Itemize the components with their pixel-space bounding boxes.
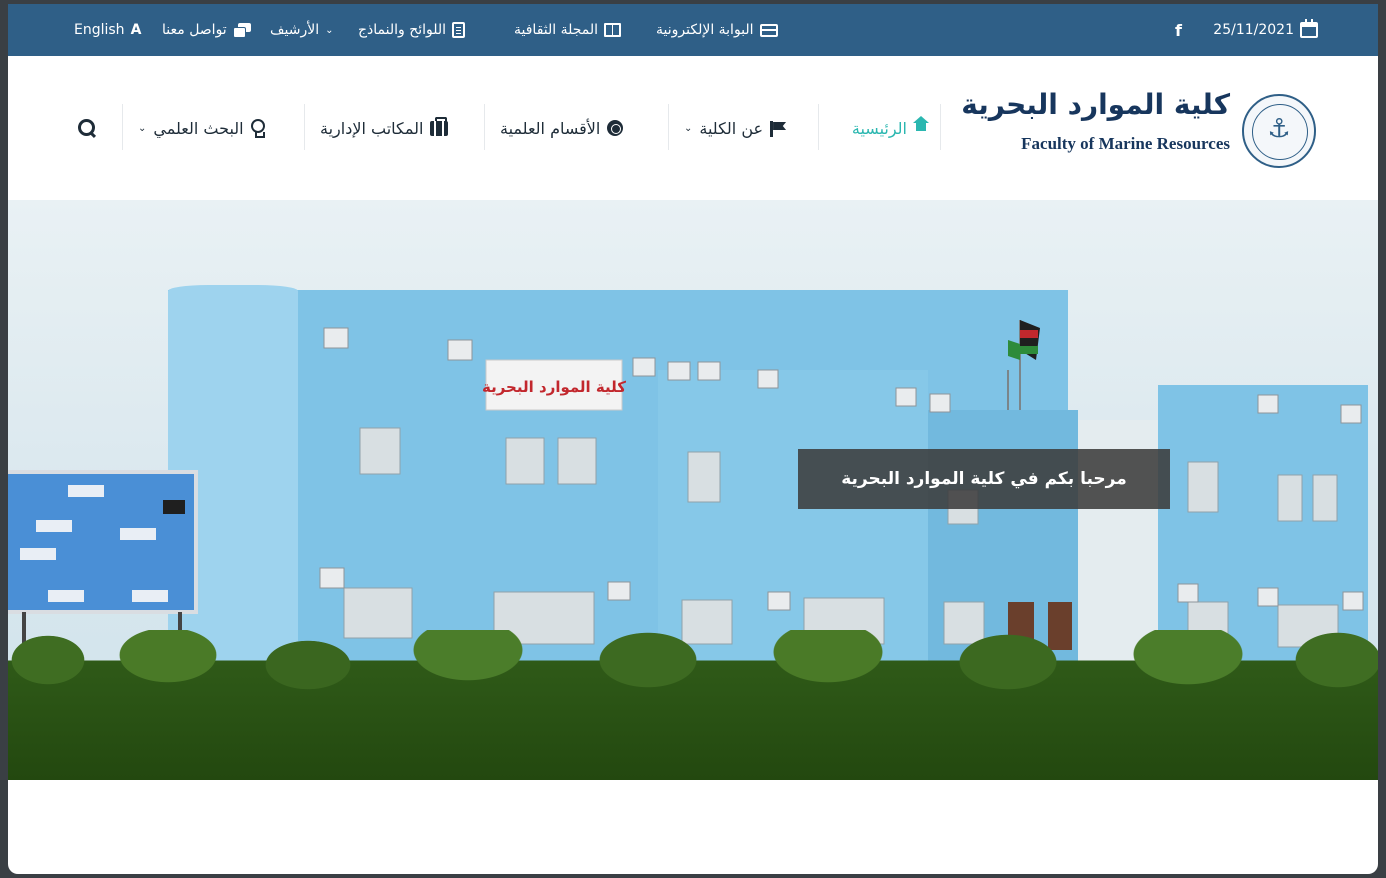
nav-divider <box>484 104 485 150</box>
flag-icon <box>770 121 786 137</box>
nav-about-label: عن الكلية <box>699 118 764 138</box>
seal-icon <box>1242 94 1316 168</box>
language-switch[interactable]: English A <box>74 4 141 56</box>
date-text: 25/11/2021 <box>1213 22 1294 38</box>
nav-divider <box>668 104 669 150</box>
faculty-logo[interactable]: كلية الموارد البحرية Faculty of Marine R… <box>961 88 1316 168</box>
book-icon <box>604 23 622 37</box>
logo-english-text: Faculty of Marine Resources <box>1021 134 1230 153</box>
nav-item-research[interactable]: ⌄ البحث العلمي <box>138 106 265 150</box>
nav-item-home[interactable]: الرئيسية <box>851 106 929 150</box>
main-header: كلية الموارد البحرية Faculty of Marine R… <box>8 56 1378 200</box>
nav-departments-label: الأقسام العلمية <box>500 118 601 138</box>
nav-item-admin-offices[interactable]: المكاتب الإدارية <box>320 106 449 150</box>
document-icon <box>452 22 466 38</box>
credit-card-icon <box>759 23 778 37</box>
nav-item-about[interactable]: ⌄ عن الكلية <box>684 106 786 150</box>
facebook-link[interactable]: f <box>1175 4 1182 56</box>
briefcase-icon <box>430 116 449 136</box>
nav-divider <box>818 104 819 150</box>
nav-divider <box>940 104 941 150</box>
date-display: 25/11/2021 <box>1213 4 1318 56</box>
facebook-icon: f <box>1175 20 1182 40</box>
lightbulb-icon <box>250 119 265 138</box>
archive-label: الأرشيف <box>270 22 320 38</box>
regulations-forms-label: اللوائح والنماذج <box>358 22 447 38</box>
home-icon <box>913 116 929 134</box>
calendar-icon <box>1300 19 1318 38</box>
top-bar: 25/11/2021 f البوابة الإلكترونية المجلة … <box>8 4 1378 56</box>
browser-page: 25/11/2021 f البوابة الإلكترونية المجلة … <box>8 4 1378 874</box>
archive-menu[interactable]: الأرشيف ⌄ <box>270 4 333 56</box>
nav-home-label: الرئيسية <box>851 118 907 138</box>
search-button[interactable] <box>78 106 96 150</box>
hedge-foliage <box>8 630 1378 780</box>
chat-icon <box>232 23 251 38</box>
cultural-magazine-label: المجلة الثقافية <box>514 22 599 38</box>
logo-arabic-text: كلية الموارد البحرية <box>961 88 1230 121</box>
cultural-magazine-link[interactable]: المجلة الثقافية <box>514 4 622 56</box>
language-label: English <box>74 22 125 38</box>
e-portal-link[interactable]: البوابة الإلكترونية <box>656 4 778 56</box>
hero-image: كلية الموارد البحرية مرحبا بكم في كلية ا… <box>8 200 1378 780</box>
globe-icon <box>607 120 624 136</box>
e-portal-label: البوابة الإلكترونية <box>656 22 754 38</box>
contact-us-link[interactable]: تواصل معنا <box>162 4 251 56</box>
language-icon: A <box>130 22 142 38</box>
regulations-forms-link[interactable]: اللوائح والنماذج <box>358 4 466 56</box>
search-icon <box>78 119 96 137</box>
chevron-down-icon: ⌄ <box>684 122 693 134</box>
chevron-down-icon: ⌄ <box>325 24 334 36</box>
nav-item-departments[interactable]: الأقسام العلمية <box>500 106 624 150</box>
contact-us-label: تواصل معنا <box>162 22 227 38</box>
nav-divider <box>122 104 123 150</box>
nav-research-label: البحث العلمي <box>153 118 244 138</box>
nav-admin-offices-label: المكاتب الإدارية <box>320 118 424 138</box>
welcome-caption: مرحبا بكم في كلية الموارد البحرية <box>798 449 1170 509</box>
building-sign-text: كلية الموارد البحرية <box>482 378 626 396</box>
nav-divider <box>304 104 305 150</box>
chevron-down-icon: ⌄ <box>138 122 147 134</box>
